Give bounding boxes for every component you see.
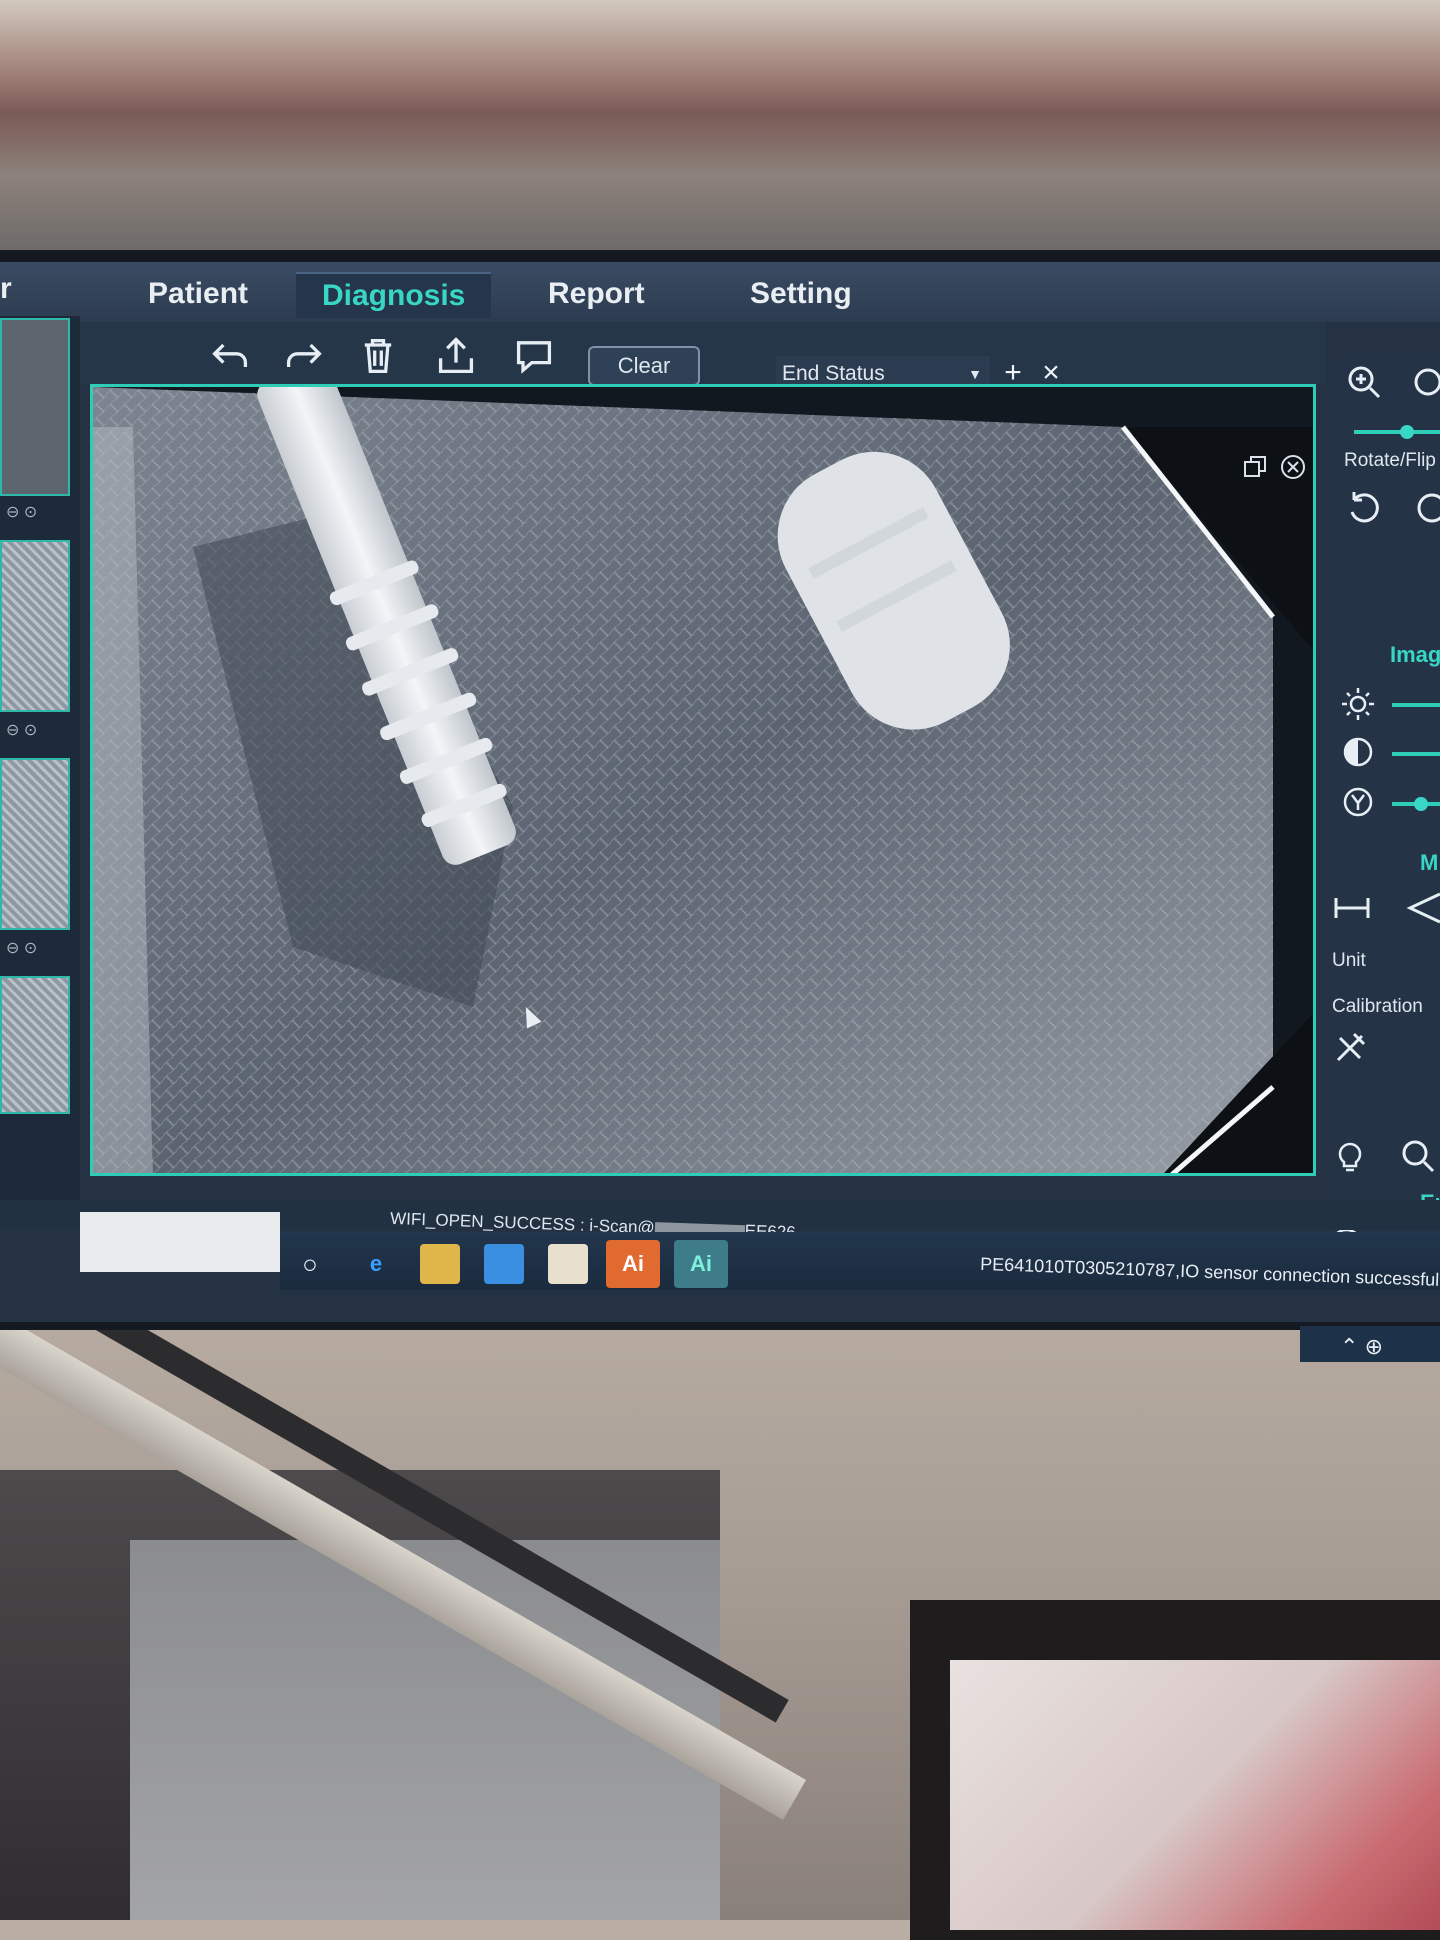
rotate-right-button[interactable] (1410, 488, 1440, 528)
tab-partial[interactable]: r (0, 272, 12, 306)
mail-icon[interactable] (484, 1244, 524, 1284)
file-explorer-icon[interactable] (420, 1244, 460, 1284)
thumbnail-item[interactable] (0, 540, 70, 712)
zoom-in-icon (1348, 366, 1381, 399)
status-select-value: End Status (782, 362, 885, 385)
undo-button[interactable] (204, 332, 256, 380)
wall-background (0, 0, 1440, 250)
thumbnail-item[interactable] (0, 318, 70, 496)
brightness-slider[interactable] (1392, 703, 1440, 707)
fit-icon (1414, 368, 1440, 396)
thumbnail-item[interactable] (0, 976, 70, 1114)
restore-icon[interactable] (1240, 452, 1270, 482)
measure-angle-button[interactable] (1404, 888, 1440, 928)
brightness-icon (1338, 684, 1378, 724)
zoom-slider-knob[interactable] (1400, 425, 1414, 439)
unit-label: Unit (1332, 950, 1366, 971)
gamma-icon (1338, 782, 1378, 822)
tab-setting[interactable]: Setting (724, 272, 878, 316)
toolbar (76, 322, 1326, 384)
calibration-button[interactable] (1330, 1028, 1370, 1068)
enhance-button[interactable] (1330, 1136, 1370, 1176)
export-button[interactable] (430, 332, 482, 380)
redo-button[interactable] (278, 332, 330, 380)
close-viewer-icon[interactable] (1278, 452, 1308, 482)
xray-image (93, 387, 1313, 1173)
thumbnail-controls[interactable]: ⊖ ⊙ (6, 938, 37, 958)
thumbnail-controls[interactable]: ⊖ ⊙ (6, 502, 37, 522)
trash-icon (364, 338, 392, 374)
angle-icon (1406, 892, 1440, 924)
imaging-app-icon[interactable]: Ai (606, 1240, 660, 1288)
measure-length-button[interactable] (1332, 888, 1372, 928)
calibration-label: Calibration (1332, 996, 1423, 1017)
rotate-left-button[interactable] (1344, 488, 1384, 528)
chevron-up-icon[interactable]: ⌃ (1340, 1334, 1358, 1359)
image-section-title: Imag (1390, 642, 1440, 667)
start-circle-icon[interactable]: ○ (290, 1244, 330, 1284)
comment-icon (516, 341, 552, 374)
rotate-left-icon (1350, 492, 1379, 523)
search-icon (1402, 1140, 1435, 1173)
tab-report[interactable]: Report (522, 272, 671, 316)
rotate-right-icon (1417, 493, 1440, 523)
thumbnail-controls[interactable]: ⊖ ⊙ (6, 720, 37, 740)
thumbnail-item[interactable] (0, 758, 70, 930)
tab-patient[interactable]: Patient (122, 272, 274, 316)
redo-icon (286, 343, 322, 367)
tray-icons[interactable]: ⌃ ⊕ (1340, 1334, 1383, 1360)
fit-button[interactable] (1408, 362, 1440, 402)
contrast-icon (1338, 732, 1378, 772)
comment-button[interactable] (508, 332, 560, 380)
globe-icon[interactable]: ⊕ (1365, 1334, 1383, 1359)
contrast-slider[interactable] (1392, 752, 1440, 756)
ruler-icon (1334, 898, 1370, 918)
measure-section-title: M (1420, 850, 1439, 875)
export-icon (438, 337, 474, 374)
delete-button[interactable] (352, 332, 404, 380)
calibration-icon (1336, 1032, 1366, 1062)
zoom-slider[interactable] (1354, 430, 1440, 434)
store-icon[interactable] (548, 1244, 588, 1284)
wall-poster (950, 1660, 1440, 1930)
clear-button[interactable]: Clear (588, 346, 700, 386)
taskbar-search-area (80, 1212, 280, 1272)
undo-icon (212, 343, 248, 367)
zoom-in-button[interactable] (1344, 362, 1384, 402)
search-button[interactable] (1398, 1136, 1438, 1176)
rotate-flip-label: Rotate/Flip (1344, 450, 1436, 471)
xray-viewer[interactable] (90, 384, 1316, 1176)
tab-diagnosis[interactable]: Diagnosis (296, 272, 492, 318)
edge-browser-icon[interactable]: e (356, 1244, 396, 1284)
gamma-slider-knob[interactable] (1414, 797, 1428, 811)
imaging-app-secondary-icon[interactable]: Ai (674, 1240, 728, 1288)
bulb-icon (1338, 1142, 1362, 1172)
